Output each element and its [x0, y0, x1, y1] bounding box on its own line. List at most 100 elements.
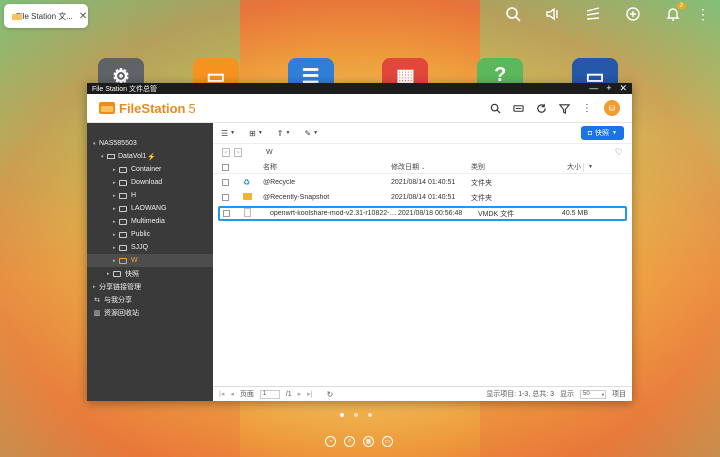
table-row-highlighted[interactable]: openwrt-koolshare-mod-v2.31-r10822-50...…: [218, 206, 627, 221]
view-mode-button[interactable]: ☰ ▼: [221, 129, 235, 138]
sidebar-item-folder[interactable]: ▸ SJJQ: [87, 241, 213, 254]
sidebar-item-label: Public: [131, 231, 151, 238]
last-page-button[interactable]: ▸|: [307, 390, 312, 398]
table-header: 名称 修改日期 ⌄ 类别 大小 ▼: [213, 161, 632, 174]
column-menu-icon[interactable]: ▼: [588, 164, 593, 170]
user-avatar[interactable]: ⛁: [604, 100, 620, 116]
path-bar: ‹ › W ♡: [213, 144, 632, 161]
brand-version: 5: [188, 100, 196, 116]
refresh-icon[interactable]: [535, 102, 547, 114]
items-per-page-select[interactable]: 50 ▼: [580, 389, 606, 399]
table-row[interactable]: @Recently-Snapshot 2021/08/14 01:40:51 文…: [213, 191, 632, 204]
maximize-button[interactable]: +: [606, 83, 611, 94]
sidebar-item-share-links[interactable]: ▸ 分享链接管理: [87, 280, 213, 293]
current-path: W: [266, 149, 273, 156]
header-date[interactable]: 修改日期 ⌄: [391, 162, 471, 172]
folder-icon: [119, 166, 127, 173]
file-name: @Recycle: [263, 179, 296, 186]
search-icon[interactable]: [504, 5, 522, 23]
sidebar-item-label: 快照: [125, 270, 139, 278]
back-button[interactable]: ‹: [222, 148, 230, 157]
heart-icon[interactable]: ♡: [615, 147, 623, 158]
folder-icon: [119, 231, 127, 238]
caret-down-icon: ▼: [612, 130, 617, 136]
sidebar-item-folder[interactable]: ▸ H: [87, 189, 213, 202]
page-dot[interactable]: [340, 413, 344, 417]
header-type[interactable]: 类别: [471, 162, 533, 172]
filestation-logo-icon: [99, 102, 115, 114]
header-size[interactable]: 大小: [533, 162, 581, 172]
sidebar-item-datavol1[interactable]: ▾ DataVol1 ⚡: [87, 150, 213, 163]
caret-down-icon: ▼: [285, 130, 291, 136]
page-input[interactable]: 1: [259, 389, 280, 399]
search-icon[interactable]: [489, 102, 501, 114]
sidebar-item-folder[interactable]: ▸ Public: [87, 228, 213, 241]
filter-icon[interactable]: [558, 102, 570, 114]
create-folder-button[interactable]: ⊞ ▼: [249, 129, 263, 138]
display-icon[interactable]: ▭: [382, 436, 393, 447]
sidebar-item-snapshot[interactable]: ▸ 快照: [87, 267, 213, 280]
trash-icon: ▥: [93, 309, 101, 317]
sidebar-item-folder[interactable]: ▸ LAOWANG: [87, 202, 213, 215]
sidebar-item-shared-with-me[interactable]: ⇆ 与我分享: [87, 293, 213, 306]
sidebar-item-nas[interactable]: ▾ NAS585503: [87, 137, 213, 150]
row-checkbox[interactable]: [223, 210, 230, 217]
upload-button[interactable]: ⇑ ▼: [277, 129, 291, 138]
sidebar-item-folder-active[interactable]: ▸ W: [87, 254, 213, 267]
folder-icon: [119, 244, 127, 251]
sidebar-item-folder[interactable]: ▸ Download: [87, 176, 213, 189]
recycle-icon: ♻: [243, 178, 251, 187]
taskbar-tab-filestation[interactable]: File Station 文... ✕: [4, 4, 88, 28]
forward-button[interactable]: ›: [234, 148, 242, 157]
pagination-footer: |◂ ◂ 页面 1 /1 ▸ ▸| ↻ 显示项目: 1-3, 总共: 3 显示 …: [213, 386, 632, 401]
select-all-checkbox[interactable]: [222, 163, 229, 171]
share-icon: ⇆: [94, 296, 100, 304]
page-dot[interactable]: [354, 413, 358, 417]
sidebar-item-label: 分享链接管理: [99, 283, 141, 291]
close-icon[interactable]: ✕: [79, 11, 87, 22]
sidebar-item-recycle-bin[interactable]: ▥ 资源回收站: [87, 306, 213, 319]
camera-icon: ◘: [587, 129, 593, 137]
window-title: File Station 文件总管: [92, 85, 157, 93]
close-button[interactable]: ✕: [619, 83, 627, 94]
caret-down-icon: ▼: [257, 130, 263, 136]
file-icon: [244, 208, 251, 217]
window-titlebar[interactable]: File Station 文件总管 — + ✕: [87, 83, 632, 94]
refresh-icon[interactable]: ↻: [327, 390, 334, 399]
sidebar-item-label: SJJQ: [131, 244, 149, 251]
search-icon[interactable]: ⌕: [344, 436, 355, 447]
tools-button[interactable]: ✎ ▼: [304, 129, 318, 138]
more-icon[interactable]: ⋮: [696, 6, 710, 23]
wrench-icon: ✎: [304, 128, 312, 138]
more-options-icon[interactable]: ⋮: [581, 102, 593, 114]
file-type: 文件夹: [471, 179, 492, 187]
sidebar-item-folder[interactable]: ▸ Container: [87, 163, 213, 176]
remote-mount-icon[interactable]: [512, 102, 524, 114]
bell-icon[interactable]: 2: [664, 3, 686, 23]
file-size: 40.5 MB: [561, 210, 588, 217]
table-row[interactable]: ♻ @Recycle 2021/08/14 01:40:51 文件夹: [213, 176, 632, 189]
folder-icon: [119, 179, 127, 186]
filestation-window: File Station 文件总管 — + ✕ FileStation 5 ⋮ …: [87, 83, 632, 401]
sync-icon[interactable]: [624, 5, 642, 23]
header-name[interactable]: 名称: [253, 162, 391, 172]
next-page-button[interactable]: ▸: [298, 390, 302, 398]
notification-badge: 2: [676, 3, 686, 9]
sidebar-item-folder[interactable]: ▸ Multimedia: [87, 215, 213, 228]
page-total: /1: [285, 390, 292, 398]
snapshot-button[interactable]: ◘ 快照 ▼: [580, 126, 624, 140]
sidebar-item-label: LAOWANG: [131, 205, 167, 212]
folder-icon: [119, 218, 127, 225]
grid-icon[interactable]: ▦: [363, 436, 374, 447]
file-type: VMDK 文件: [478, 210, 515, 218]
folder-icon: [243, 193, 252, 200]
prev-page-button[interactable]: ◂: [230, 390, 234, 398]
minimize-button[interactable]: —: [589, 83, 598, 94]
page-dot[interactable]: [368, 413, 372, 417]
volume-icon[interactable]: [544, 5, 562, 23]
caret-down-icon: ▼: [313, 130, 319, 136]
dashboard-icon[interactable]: ◔: [325, 436, 336, 447]
first-page-button[interactable]: |◂: [219, 390, 224, 398]
tasks-icon[interactable]: [584, 5, 602, 23]
sidebar-item-label: Container: [131, 166, 162, 173]
